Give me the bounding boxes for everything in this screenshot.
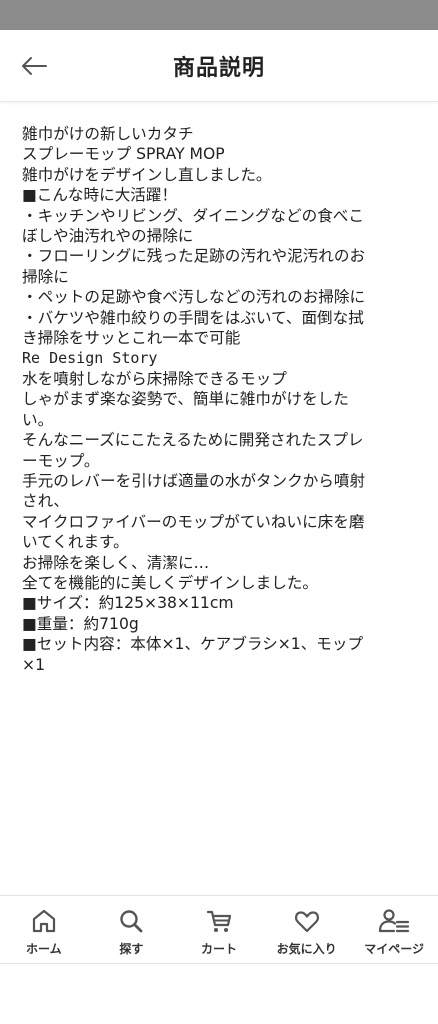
description-line: ■サイズ：約125×38×11cm bbox=[22, 594, 234, 613]
description-line: Re Design Story bbox=[22, 349, 158, 368]
tab-label: カート bbox=[200, 942, 237, 956]
description-line: い。 bbox=[22, 410, 54, 429]
description-line: ・ペットの足跡や食べ汚しなどの汚れのお掃除に bbox=[22, 288, 366, 307]
description-line: しゃがまず楽な姿勢で、簡単に雑巾がけをした bbox=[22, 390, 349, 409]
description-line: ■セット内容：本体×1、ケアブラシ×1、モップ bbox=[22, 635, 364, 654]
description-line: ぼしや油汚れやの掃除に bbox=[22, 227, 194, 246]
description-line: 水を噴射しながら床掃除できるモップ bbox=[22, 369, 287, 388]
description-line: 手元のレバーを引けば適量の水がタンクから噴射 bbox=[22, 471, 366, 490]
page-title: 商品説明 bbox=[172, 55, 265, 81]
description-line: され、 bbox=[22, 492, 69, 511]
tab-home[interactable]: ホーム bbox=[0, 896, 88, 963]
cart-icon bbox=[203, 906, 235, 936]
description-line: ■こんな時に大活躍！ bbox=[22, 186, 178, 205]
description-line: ■重量：約710g bbox=[22, 614, 139, 633]
tab-label: 探す bbox=[119, 942, 144, 956]
description-line: き掃除をサッとこれ一本で可能 bbox=[22, 329, 241, 348]
description-line: そんなニーズにこたえるために開発されたスプレ bbox=[22, 431, 364, 450]
description-line: 雑巾がけをデザインし直しました。 bbox=[22, 165, 272, 184]
tab-mypage[interactable]: マイページ bbox=[350, 896, 438, 963]
description-line: ・キッチンやリビング、ダイニングなどの食べこ bbox=[22, 206, 364, 225]
description-line: 雑巾がけの新しいカタチ bbox=[22, 125, 194, 143]
arrow-left-icon bbox=[22, 57, 47, 75]
user-list-icon bbox=[378, 906, 410, 936]
description-line: ×1 bbox=[22, 655, 45, 674]
description-line: ーモップ。 bbox=[22, 451, 100, 470]
tab-label: マイページ bbox=[364, 942, 425, 956]
tab-favorites[interactable]: お気に入り bbox=[263, 896, 351, 963]
status-bar bbox=[0, 0, 438, 30]
description-line: マイクロファイバーのモップがていねいに床を磨 bbox=[22, 512, 365, 531]
description-line: ・バケツや雑巾絞りの手間をはぶいて、面倒な拭 bbox=[22, 308, 364, 327]
search-icon bbox=[115, 906, 147, 936]
tab-label: お気に入り bbox=[276, 942, 337, 956]
product-description: 雑巾がけの新しいカタチ スプレーモップ SPRAY MOP 雑巾がけをデザインし… bbox=[22, 124, 418, 675]
description-line: お掃除を楽しく、清潔に… bbox=[22, 553, 210, 572]
tab-label: ホーム bbox=[25, 942, 62, 956]
tab-cart[interactable]: カート bbox=[175, 896, 263, 963]
description-line: 全てを機能的に美しくデザインしました。 bbox=[22, 573, 318, 592]
heart-icon bbox=[291, 906, 323, 936]
bottom-tab-bar: ホーム 探す カート お気に入り マイページ bbox=[0, 895, 438, 964]
home-icon bbox=[28, 906, 60, 936]
back-button[interactable] bbox=[18, 52, 50, 80]
description-line: ・フローリングに残った足跡の汚れや泥汚れのお bbox=[22, 247, 366, 266]
description-line: スプレーモップ SPRAY MOP bbox=[22, 145, 225, 164]
description-line: いてくれます。 bbox=[22, 533, 129, 552]
description-line: 掃除に bbox=[22, 267, 69, 286]
tab-search[interactable]: 探す bbox=[88, 896, 176, 963]
header: 商品説明 bbox=[0, 30, 438, 102]
